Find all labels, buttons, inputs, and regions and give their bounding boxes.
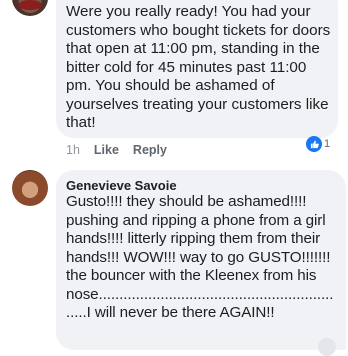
reaction-summary[interactable]: 1 — [306, 136, 330, 152]
reaction-badge — [318, 338, 336, 356]
comment-actions: 1h Like Reply — [66, 143, 167, 157]
avatar[interactable] — [12, 0, 48, 16]
comment-timestamp[interactable]: 1h — [66, 143, 80, 157]
comment-text: Gusto!!!! they should be ashamed!!!! pus… — [66, 193, 334, 321]
reply-button[interactable]: Reply — [133, 143, 167, 157]
reaction-count: 1 — [324, 138, 331, 150]
like-button[interactable]: Like — [94, 143, 119, 157]
comment-text: Were you really ready! You had your cust… — [66, 3, 335, 131]
thumbs-up-icon — [306, 136, 322, 152]
comment-author[interactable]: Genevieve Savoie — [66, 178, 177, 193]
avatar[interactable] — [12, 170, 48, 206]
